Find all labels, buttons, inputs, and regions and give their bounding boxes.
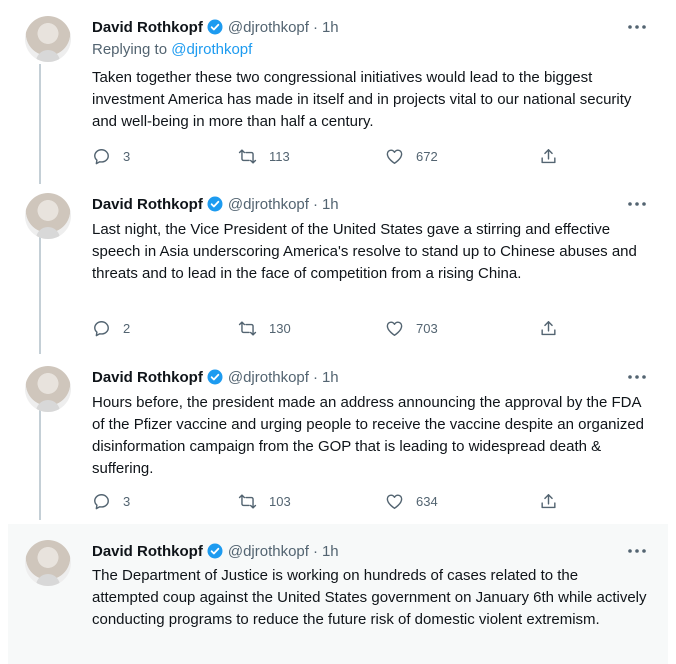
tweet-time[interactable]: 1h <box>322 369 339 386</box>
retweet-count: 113 <box>269 149 290 164</box>
verified-badge-icon <box>207 543 223 559</box>
reply-button[interactable]: 3 <box>92 147 130 166</box>
tweet[interactable]: David Rothkopf @djrothkopf · 1h Hours be… <box>8 366 668 516</box>
tweet-text: The Department of Justice is working on … <box>92 567 647 628</box>
more-options-icon[interactable] <box>626 366 648 388</box>
author-name[interactable]: David Rothkopf <box>92 543 203 560</box>
more-options-icon[interactable] <box>626 540 648 562</box>
tweet-header: David Rothkopf @djrothkopf · 1h <box>92 366 339 388</box>
replying-to: Replying to @djrothkopf <box>92 41 252 58</box>
separator-dot: · <box>312 542 318 560</box>
author-handle[interactable]: @djrothkopf <box>228 19 309 36</box>
verified-badge-icon <box>207 19 223 35</box>
retweet-count: 103 <box>269 494 291 509</box>
share-icon <box>541 321 556 336</box>
reply-button[interactable]: 2 <box>92 319 130 338</box>
author-name[interactable]: David Rothkopf <box>92 196 203 213</box>
more-options-icon[interactable] <box>626 193 648 215</box>
verified-badge-icon <box>207 369 223 385</box>
tweet-time[interactable]: 1h <box>322 196 339 213</box>
avatar[interactable] <box>25 193 71 239</box>
retweet-count: 130 <box>269 321 291 336</box>
heart-icon <box>386 321 403 336</box>
verified-badge-icon <box>207 196 223 212</box>
reply-icon <box>94 494 109 510</box>
author-handle[interactable]: @djrothkopf <box>228 196 309 213</box>
separator-dot: · <box>312 368 318 386</box>
avatar[interactable] <box>25 540 71 586</box>
share-button[interactable] <box>539 147 558 166</box>
share-button[interactable] <box>539 492 558 511</box>
tweet[interactable]: David Rothkopf @djrothkopf · 1h Last nig… <box>8 193 668 353</box>
author-handle[interactable]: @djrothkopf <box>228 369 309 386</box>
author-name[interactable]: David Rothkopf <box>92 369 203 386</box>
tweet-actions: 3 103 634 <box>92 492 572 514</box>
tweet-thread: David Rothkopf @djrothkopf · 1h Replying… <box>0 0 676 664</box>
tweet-text: Last night, the Vice President of the Un… <box>92 221 637 282</box>
heart-icon <box>386 494 403 509</box>
tweet-actions: 3 113 672 <box>92 147 572 169</box>
tweet-header: David Rothkopf @djrothkopf · 1h <box>92 193 339 215</box>
tweet-text: Hours before, the president made an addr… <box>92 394 645 477</box>
tweet-time[interactable]: 1h <box>322 19 339 36</box>
like-count: 672 <box>416 149 438 164</box>
share-icon <box>541 494 556 509</box>
share-icon <box>541 149 556 164</box>
replying-to-handle[interactable]: @djrothkopf <box>171 41 252 58</box>
like-button[interactable]: 634 <box>385 492 438 511</box>
author-name[interactable]: David Rothkopf <box>92 19 203 36</box>
heart-icon <box>386 149 403 164</box>
tweet-time[interactable]: 1h <box>322 543 339 560</box>
retweet-button[interactable]: 130 <box>238 319 291 338</box>
retweet-icon <box>238 149 257 164</box>
separator-dot: · <box>312 18 318 36</box>
reply-button[interactable]: 3 <box>92 492 130 511</box>
retweet-icon <box>238 494 257 509</box>
separator-dot: · <box>312 195 318 213</box>
tweet-text: Taken together these two congressional i… <box>92 69 632 130</box>
like-button[interactable]: 672 <box>385 147 438 166</box>
tweet-header: David Rothkopf @djrothkopf · 1h <box>92 540 339 562</box>
replying-to-label: Replying to <box>92 41 168 58</box>
tweet[interactable]: David Rothkopf @djrothkopf · 1h Replying… <box>8 16 668 176</box>
like-count: 634 <box>416 494 438 509</box>
reply-icon <box>94 321 109 337</box>
retweet-button[interactable]: 113 <box>238 147 290 166</box>
like-button[interactable]: 703 <box>385 319 438 338</box>
reply-count: 2 <box>123 321 131 336</box>
reply-count: 3 <box>123 149 131 164</box>
more-options-icon[interactable] <box>626 16 648 38</box>
retweet-button[interactable]: 103 <box>238 492 291 511</box>
share-button[interactable] <box>539 319 558 338</box>
tweet-actions: 2 130 703 <box>92 319 572 341</box>
tweet-header: David Rothkopf @djrothkopf · 1h <box>92 16 339 38</box>
reply-count: 3 <box>123 494 131 509</box>
avatar[interactable] <box>25 366 71 412</box>
avatar[interactable] <box>25 16 71 62</box>
author-handle[interactable]: @djrothkopf <box>228 543 309 560</box>
tweet[interactable]: David Rothkopf @djrothkopf · 1h The Depa… <box>8 524 668 664</box>
like-count: 703 <box>416 321 438 336</box>
reply-icon <box>94 149 109 165</box>
retweet-icon <box>238 321 257 336</box>
